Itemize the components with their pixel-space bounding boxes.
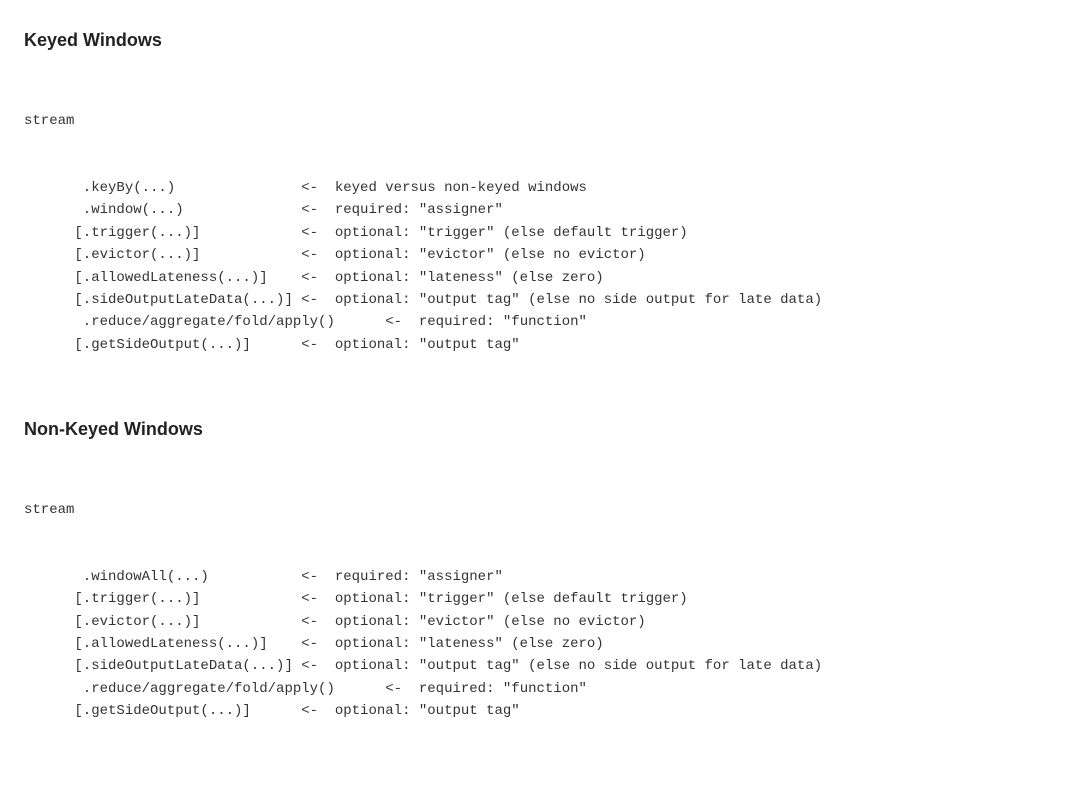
code-row: .reduce/aggregate/fold/apply() <- requir… <box>24 678 1056 700</box>
stream-keyword: stream <box>24 110 1056 132</box>
code-row: .keyBy(...) <- keyed versus non-keyed wi… <box>24 177 1056 199</box>
code-right: <- optional: "trigger" (else default tri… <box>301 588 687 610</box>
code-left: [.evictor(...)] <box>24 244 301 266</box>
code-right: <- required: "function" <box>385 678 587 700</box>
code-left: .reduce/aggregate/fold/apply() <box>24 311 385 333</box>
code-right: <- required: "function" <box>385 311 587 333</box>
code-left: .keyBy(...) <box>24 177 301 199</box>
code-right: <- keyed versus non-keyed windows <box>301 177 587 199</box>
code-right: <- required: "assigner" <box>301 566 503 588</box>
code-row: [.sideOutputLateData(...)] <- optional: … <box>24 655 1056 677</box>
code-left: [.evictor(...)] <box>24 611 301 633</box>
keyed-windows-heading: Keyed Windows <box>24 30 1056 51</box>
code-left: [.getSideOutput(...)] <box>24 700 301 722</box>
code-right: <- optional: "trigger" (else default tri… <box>301 222 687 244</box>
stream-keyword: stream <box>24 499 1056 521</box>
code-left: [.getSideOutput(...)] <box>24 334 301 356</box>
code-right: <- optional: "lateness" (else zero) <box>301 267 603 289</box>
code-left: [.sideOutputLateData(...)] <box>24 289 301 311</box>
code-left: [.trigger(...)] <box>24 222 301 244</box>
code-row: [.allowedLateness(...)] <- optional: "la… <box>24 633 1056 655</box>
code-left: .reduce/aggregate/fold/apply() <box>24 678 385 700</box>
code-left: [.trigger(...)] <box>24 588 301 610</box>
code-row: [.sideOutputLateData(...)] <- optional: … <box>24 289 1056 311</box>
code-right: <- optional: "evictor" (else no evictor) <box>301 611 645 633</box>
code-row: [.trigger(...)] <- optional: "trigger" (… <box>24 588 1056 610</box>
code-row: [.getSideOutput(...)] <- optional: "outp… <box>24 700 1056 722</box>
code-right: <- optional: "evictor" (else no evictor) <box>301 244 645 266</box>
code-right: <- optional: "output tag" (else no side … <box>301 655 822 677</box>
code-row: [.evictor(...)] <- optional: "evictor" (… <box>24 244 1056 266</box>
code-row: [.allowedLateness(...)] <- optional: "la… <box>24 267 1056 289</box>
code-row: .windowAll(...) <- required: "assigner" <box>24 566 1056 588</box>
code-right: <- required: "assigner" <box>301 199 503 221</box>
code-row: [.trigger(...)] <- optional: "trigger" (… <box>24 222 1056 244</box>
code-row: [.getSideOutput(...)] <- optional: "outp… <box>24 334 1056 356</box>
keyed-windows-section: Keyed Windows stream .keyBy(...) <- keye… <box>24 30 1056 401</box>
code-left: [.allowedLateness(...)] <box>24 267 301 289</box>
code-left: .windowAll(...) <box>24 566 301 588</box>
nonkeyed-code-block: stream .windowAll(...) <- required: "ass… <box>24 454 1056 767</box>
keyed-code-block: stream .keyBy(...) <- keyed versus non-k… <box>24 65 1056 401</box>
code-right: <- optional: "output tag" <box>301 334 519 356</box>
code-row: [.evictor(...)] <- optional: "evictor" (… <box>24 611 1056 633</box>
code-right: <- optional: "lateness" (else zero) <box>301 633 603 655</box>
code-right: <- optional: "output tag" (else no side … <box>301 289 822 311</box>
code-left: [.sideOutputLateData(...)] <box>24 655 301 677</box>
code-row: .window(...) <- required: "assigner" <box>24 199 1056 221</box>
code-right: <- optional: "output tag" <box>301 700 519 722</box>
nonkeyed-windows-section: Non-Keyed Windows stream .windowAll(...)… <box>24 419 1056 767</box>
code-row: .reduce/aggregate/fold/apply() <- requir… <box>24 311 1056 333</box>
code-left: [.allowedLateness(...)] <box>24 633 301 655</box>
nonkeyed-windows-heading: Non-Keyed Windows <box>24 419 1056 440</box>
code-left: .window(...) <box>24 199 301 221</box>
